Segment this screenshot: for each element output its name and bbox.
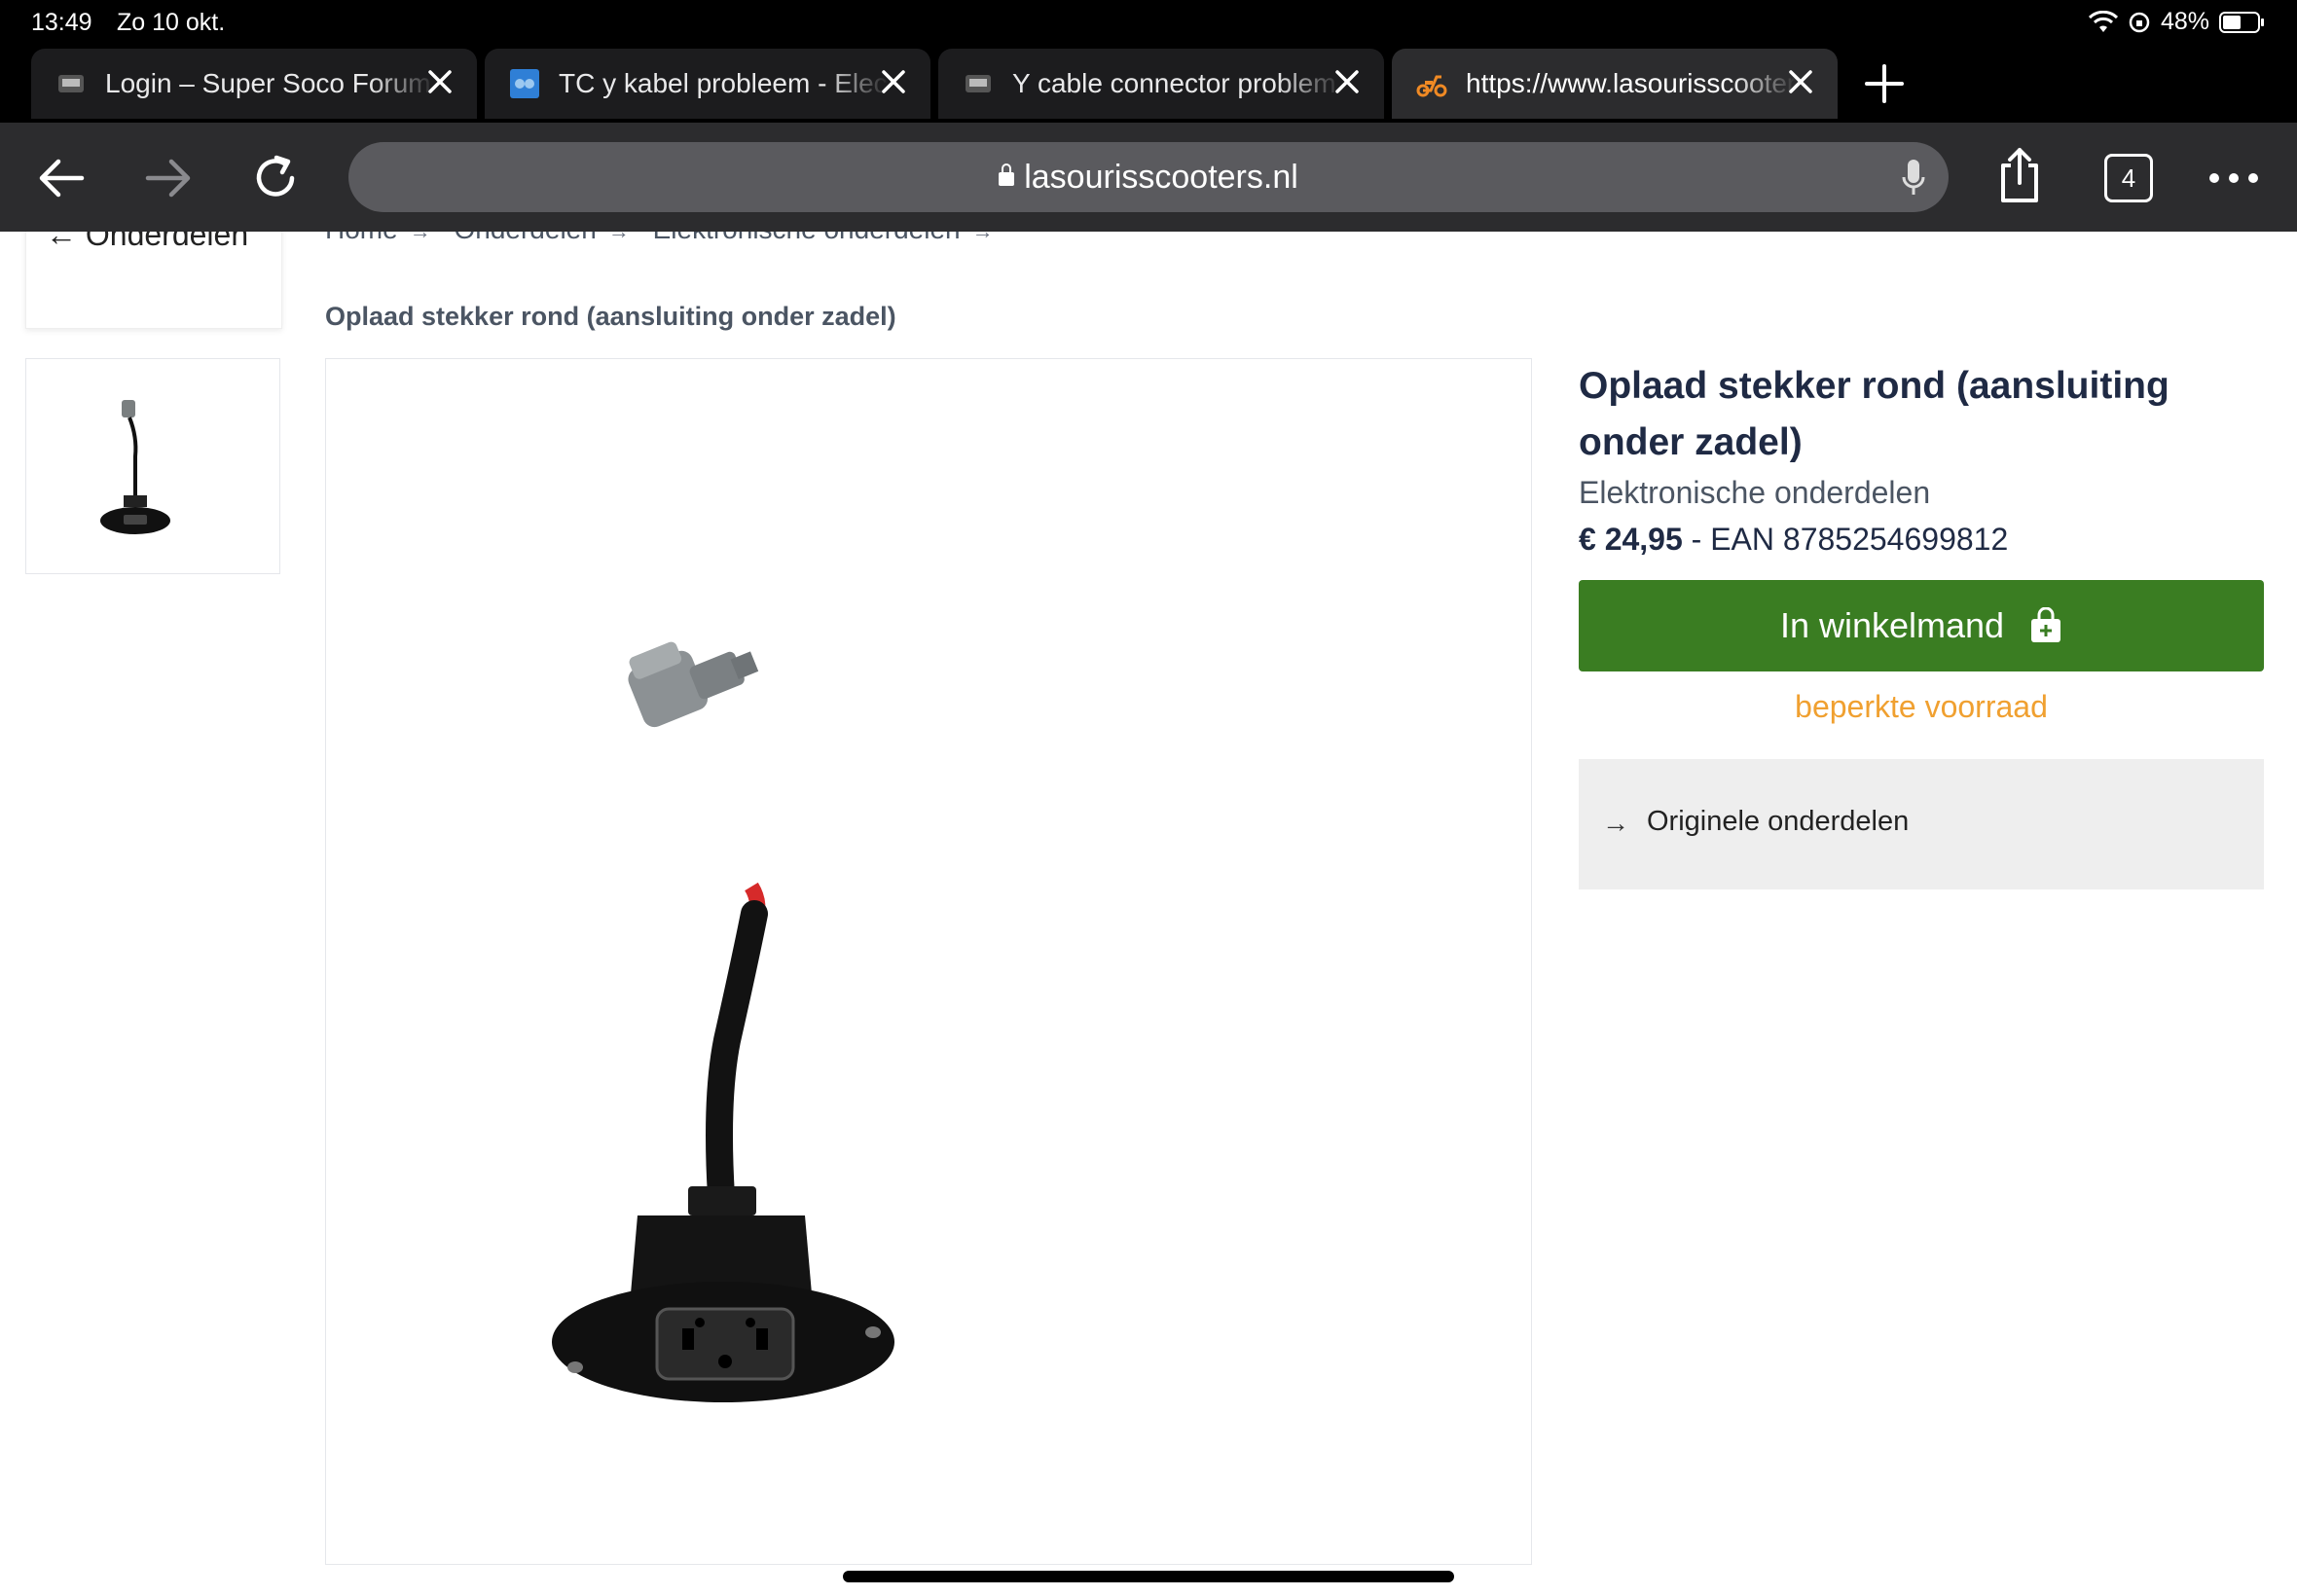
close-icon[interactable] bbox=[1783, 64, 1818, 99]
forward-arrow-icon[interactable] bbox=[140, 150, 197, 206]
close-icon[interactable] bbox=[1330, 64, 1365, 99]
tab-bar: Login – Super Soco Forum TC y kabel prob… bbox=[0, 47, 2297, 123]
battery-percent: 48% bbox=[2160, 8, 2209, 35]
scooter-favicon-icon bbox=[1416, 75, 1447, 97]
tab-tc-y-kabel[interactable]: TC y kabel probleem - Electric bbox=[485, 49, 930, 119]
back-label: Onderdelen bbox=[85, 232, 249, 252]
back-link[interactable]: ← Onderdelen bbox=[46, 232, 248, 253]
orientation-lock-icon bbox=[2129, 12, 2150, 32]
product-thumbnail[interactable] bbox=[25, 358, 280, 574]
battery-icon bbox=[2219, 11, 2264, 33]
breadcrumb-elektronische[interactable]: Elektronische onderdelen bbox=[653, 232, 961, 244]
back-to-category-card[interactable]: ← Onderdelen bbox=[25, 232, 282, 329]
new-tab-plus-icon[interactable] bbox=[1861, 60, 1908, 107]
tab-super-soco-forum[interactable]: Login – Super Soco Forum bbox=[31, 49, 477, 119]
product-category[interactable]: Elektronische onderdelen bbox=[1579, 475, 1930, 511]
product-ean: - EAN 8785254699812 bbox=[1691, 522, 2009, 557]
address-text-wrap: lasourisscooters.nl bbox=[348, 159, 1949, 197]
web-page: ← Onderdelen Home → Onderdelen → Elektroni… bbox=[0, 232, 2297, 1596]
tab-label: https://www.lasourisscooters.nl bbox=[1466, 68, 1797, 98]
breadcrumb-onderdelen[interactable]: Onderdelen bbox=[454, 232, 596, 244]
tab-y-cable-connector[interactable]: Y cable connector problem bbox=[938, 49, 1384, 119]
reload-icon[interactable] bbox=[247, 150, 304, 206]
tab-label: TC y kabel probleem - Electric bbox=[559, 68, 890, 98]
breadcrumb-separator-icon: → bbox=[608, 232, 630, 243]
charging-plug-image bbox=[552, 641, 894, 1402]
original-parts-link[interactable]: → Originele onderdelen bbox=[1579, 759, 2264, 889]
status-bar: 13:49 Zo 10 okt. 48% bbox=[0, 0, 2297, 47]
shopping-bag-icon bbox=[2031, 607, 2061, 642]
forum-favicon-icon bbox=[58, 75, 84, 92]
close-icon[interactable] bbox=[876, 64, 911, 99]
breadcrumb: Home → Onderdelen → Elektronische onderdel… bbox=[325, 232, 1009, 245]
tab-count-button[interactable]: 4 bbox=[2104, 154, 2153, 202]
tab-label: Login – Super Soco Forum bbox=[105, 68, 431, 98]
breadcrumb-separator-icon: → bbox=[972, 232, 994, 243]
lock-icon bbox=[999, 163, 1015, 186]
blue-favicon-icon bbox=[510, 69, 539, 98]
status-date: Zo 10 okt. bbox=[117, 9, 226, 36]
share-icon[interactable] bbox=[1991, 144, 2048, 206]
back-arrow-icon[interactable] bbox=[33, 150, 90, 206]
product-price: € 24,95 bbox=[1579, 522, 1683, 557]
product-price-line: € 24,95 - EAN 8785254699812 bbox=[1579, 522, 2008, 558]
stock-status: beperkte voorraad bbox=[1795, 689, 2048, 724]
address-bar[interactable]: lasourisscooters.nl bbox=[348, 142, 1949, 212]
arrow-right-icon: → bbox=[1602, 808, 1629, 838]
breadcrumb-separator-icon: → bbox=[410, 232, 431, 243]
add-to-cart-button[interactable]: In winkelmand bbox=[1579, 580, 2264, 671]
page-title: Oplaad stekker rond (aansluiting onder z… bbox=[325, 302, 896, 331]
more-options-icon[interactable] bbox=[2206, 150, 2262, 206]
tab-lasourisscooters[interactable]: https://www.lasourisscooters.nl bbox=[1392, 49, 1838, 119]
close-icon[interactable] bbox=[422, 64, 457, 99]
breadcrumb-home[interactable]: Home bbox=[325, 232, 398, 244]
address-url: lasourisscooters.nl bbox=[1024, 159, 1298, 196]
status-right: 48% bbox=[2088, 8, 2266, 36]
forum-favicon-icon bbox=[966, 75, 991, 92]
wifi-icon bbox=[2088, 10, 2118, 32]
home-indicator[interactable] bbox=[843, 1571, 1454, 1582]
browser-toolbar: lasourisscooters.nl 4 bbox=[0, 123, 2297, 232]
microphone-icon[interactable] bbox=[1902, 158, 1925, 197]
product-title: Oplaad stekker rond (aansluiting onder z… bbox=[1579, 365, 2169, 463]
tab-label: Y cable connector problem bbox=[1012, 68, 1336, 98]
original-parts-label: Originele onderdelen bbox=[1647, 806, 1910, 837]
status-time: 13:49 bbox=[31, 9, 92, 36]
cart-button-label: In winkelmand bbox=[1779, 605, 2005, 645]
product-main-image[interactable] bbox=[325, 358, 1532, 1565]
thumbnail-image bbox=[100, 400, 170, 534]
